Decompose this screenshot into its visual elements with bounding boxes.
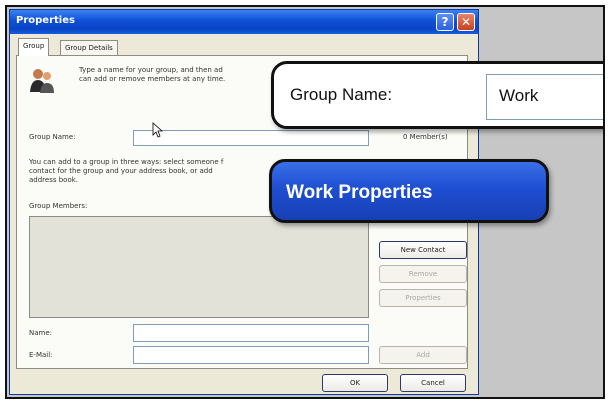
callout-group-name-value: Work	[499, 86, 539, 105]
group-members-list[interactable]	[29, 216, 369, 318]
pointer-cursor-icon	[152, 122, 164, 138]
close-icon[interactable]: ✕	[457, 13, 475, 31]
help-text-line2: contact for the group and your address b…	[29, 167, 213, 175]
group-name-label: Group Name:	[29, 133, 76, 141]
intro-text-line1: Type a name for your group, and then ad	[79, 66, 223, 74]
screenshot-frame: Properties ? ✕ Group Group Details Type …	[5, 5, 605, 399]
intro-text-line2: can add or remove members at any time.	[79, 75, 226, 83]
help-text-line1: You can add to a group in three ways: se…	[29, 158, 224, 166]
title-bar: Properties ? ✕	[10, 10, 478, 34]
window-title-callout: Work Properties	[269, 159, 549, 223]
callout-group-name-label: Group Name:	[290, 85, 393, 104]
name-label: Name:	[29, 329, 53, 337]
tab-group[interactable]: Group	[18, 38, 50, 56]
group-name-field[interactable]	[133, 130, 369, 146]
group-members-label: Group Members:	[29, 202, 88, 210]
people-icon	[30, 69, 54, 93]
properties-button[interactable]: Properties	[379, 289, 467, 307]
member-count: 0 Member(s)	[403, 133, 448, 141]
help-icon[interactable]: ?	[436, 13, 454, 31]
callout-window-title: Work Properties	[286, 182, 433, 203]
callout-group-name-field: Work	[486, 74, 603, 120]
remove-button[interactable]: Remove	[379, 265, 467, 283]
group-name-callout: Group Name: Work	[271, 61, 603, 129]
help-text-line3: address book.	[29, 176, 79, 184]
cancel-button[interactable]: Cancel	[400, 374, 466, 392]
email-label: E-Mail:	[29, 351, 53, 359]
email-field[interactable]	[133, 346, 369, 364]
ok-button[interactable]: OK	[322, 374, 388, 392]
tab-group-details[interactable]: Group Details	[60, 40, 118, 55]
name-field[interactable]	[133, 324, 369, 342]
add-button[interactable]: Add	[379, 346, 467, 364]
window-title: Properties	[16, 15, 75, 26]
new-contact-button[interactable]: New Contact	[379, 241, 467, 259]
